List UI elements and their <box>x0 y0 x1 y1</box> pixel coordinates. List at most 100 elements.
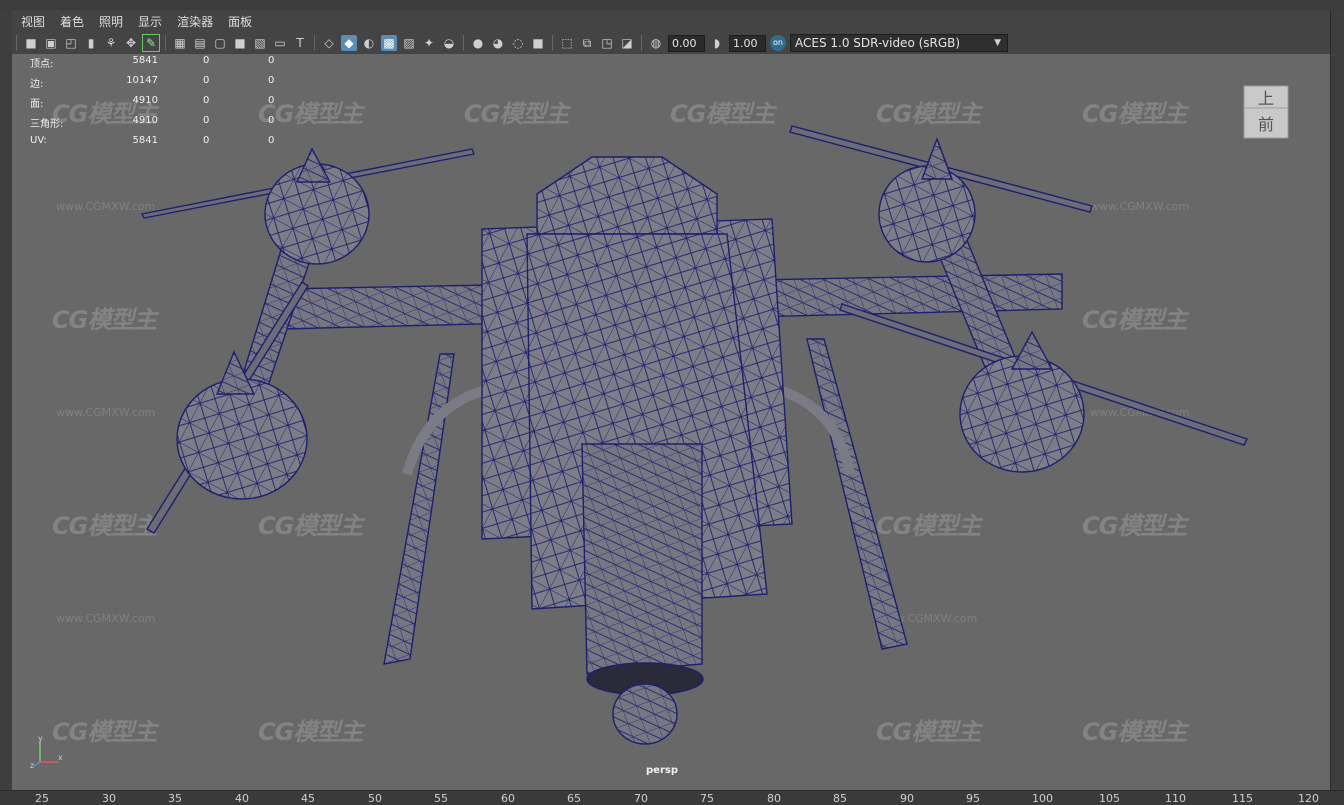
xray-active-icon[interactable]: ◳ <box>599 35 615 51</box>
chevron-down-icon: ▼ <box>994 38 1001 48</box>
color-space-label: ACES 1.0 SDR-video (sRGB) <box>795 36 961 50</box>
view-cube-top-label[interactable]: 上 <box>1258 89 1274 108</box>
wireframe-on-shaded-icon[interactable]: ▩ <box>381 35 397 51</box>
ruler-tick: 100 <box>1032 792 1053 805</box>
stat-label: UV: <box>30 135 47 146</box>
3d-viewport[interactable]: CG模型主 CG模型主 CG模型主 CG模型主 CG模型主 CG模型主 CG模型… <box>12 54 1330 790</box>
gamma-icon[interactable]: ◗ <box>709 35 725 51</box>
viewport-menubar: 视图 着色 照明 显示 渲染器 面板 <box>12 10 1330 32</box>
ruler-tick: 75 <box>700 792 714 805</box>
time-slider-ruler[interactable]: 25 30 35 40 45 50 55 60 65 70 75 80 85 9… <box>0 790 1344 805</box>
menu-shading[interactable]: 着色 <box>54 13 90 30</box>
exposure-icon[interactable]: ◍ <box>648 35 664 51</box>
ruler-tick: 55 <box>434 792 448 805</box>
camera-attr-icon[interactable]: ▣ <box>43 35 59 51</box>
ruler-tick: 35 <box>168 792 182 805</box>
ruler-tick: 45 <box>301 792 315 805</box>
menu-panels[interactable]: 面板 <box>222 13 258 30</box>
stat-row-vertices: 顶点: 5841 0 0 <box>30 54 290 72</box>
image-plane-icon[interactable]: ⚘ <box>103 35 119 51</box>
grid-icon[interactable]: ▦ <box>172 35 188 51</box>
stat-row-faces: 面: 4910 0 0 <box>30 92 290 112</box>
ruler-tick: 70 <box>634 792 648 805</box>
2d-pan-icon[interactable]: ✥ <box>123 35 139 51</box>
xray-joints-icon[interactable]: ⧉ <box>579 35 595 51</box>
menu-show[interactable]: 显示 <box>132 13 168 30</box>
axis-y-label: y <box>38 734 43 743</box>
stat-label: 三角形: <box>30 119 64 130</box>
stat-row-triangles: 三角形: 4910 0 0 <box>30 112 290 132</box>
tail-nozzle <box>612 683 678 745</box>
viewport-toolbar: ■ ▣ ◰ ▮ ⚘ ✥ ✎ ▦ ▤ ▢ ■ ▧ ▭ T ◇ ◆ ◐ ▩ ▨ ✦ … <box>12 32 1330 55</box>
safe-title-icon[interactable]: T <box>292 35 308 51</box>
gate-mask-icon[interactable]: ■ <box>232 35 248 51</box>
flat-shade-icon[interactable]: ◐ <box>361 35 377 51</box>
camera-name-label: persp <box>646 765 678 776</box>
stat-value: 10147 <box>126 75 158 86</box>
axis-gizmo: y x z <box>30 734 63 770</box>
stat-value: 5841 <box>132 55 158 66</box>
ruler-tick: 95 <box>966 792 980 805</box>
left-front-nacelle <box>176 378 308 500</box>
stat-value: 0 <box>203 55 210 66</box>
bookmark-icon[interactable]: ▮ <box>83 35 99 51</box>
toolbar-separator <box>552 35 553 51</box>
depth-of-field-icon[interactable]: ■ <box>530 35 546 51</box>
exposure-field[interactable]: 0.00 <box>668 34 705 52</box>
right-rear-nacelle <box>878 165 976 263</box>
stat-value: 0 <box>203 75 210 86</box>
stat-value: 0 <box>203 115 210 126</box>
view-cube[interactable]: 上 前 <box>1242 82 1290 142</box>
stat-value: 0 <box>203 95 210 106</box>
drone-model[interactable] <box>12 54 1330 790</box>
stat-value: 0 <box>268 95 275 106</box>
motion-blur-icon[interactable]: ◕ <box>490 35 506 51</box>
stat-value: 0 <box>268 135 275 146</box>
grease-pencil-icon[interactable]: ✎ <box>142 34 160 52</box>
stat-value: 4910 <box>132 95 158 106</box>
right-front-nacelle <box>959 355 1085 473</box>
isolate-select-icon[interactable]: ⬚ <box>559 35 575 51</box>
camera-icon[interactable]: ■ <box>23 35 39 51</box>
view-cube-front-label[interactable]: 前 <box>1258 115 1274 134</box>
anti-alias-icon[interactable]: ◌ <box>510 35 526 51</box>
film-gate-icon[interactable]: ▤ <box>192 35 208 51</box>
right-landing-leg <box>806 338 908 650</box>
smooth-shade-icon[interactable]: ◆ <box>341 35 357 51</box>
ruler-tick: 90 <box>900 792 914 805</box>
stat-value: 0 <box>268 75 275 86</box>
fuselage-tail <box>581 443 703 675</box>
poly-count-hud: 顶点: 5841 0 0 边: 10147 0 0 面: 4910 0 0 三角… <box>30 54 290 152</box>
menu-renderer[interactable]: 渲染器 <box>171 13 219 30</box>
xray-icon[interactable]: ▨ <box>401 35 417 51</box>
stat-value: 0 <box>268 55 275 66</box>
shadows-icon[interactable]: ◒ <box>441 35 457 51</box>
camera-tumble-icon[interactable]: ◰ <box>63 35 79 51</box>
resolution-gate-icon[interactable]: ▢ <box>212 35 228 51</box>
menu-view[interactable]: 视图 <box>15 13 51 30</box>
ruler-tick: 30 <box>102 792 116 805</box>
right-front-spinner <box>1010 330 1054 370</box>
right-rear-spinner <box>920 137 954 180</box>
ruler-tick: 120 <box>1298 792 1319 805</box>
ambient-occlusion-icon[interactable]: ● <box>470 35 486 51</box>
axis-x-label: x <box>58 753 63 762</box>
stat-label: 边: <box>30 79 44 90</box>
stat-row-uvs: UV: 5841 0 0 <box>30 132 290 152</box>
ruler-tick: 105 <box>1099 792 1120 805</box>
fuselage-top <box>536 156 718 235</box>
color-management-icon[interactable]: on <box>770 35 786 51</box>
safe-action-icon[interactable]: ▭ <box>272 35 288 51</box>
ruler-tick: 80 <box>767 792 781 805</box>
ruler-tick: 110 <box>1165 792 1186 805</box>
wireframe-icon[interactable]: ◇ <box>321 35 337 51</box>
use-lights-icon[interactable]: ✦ <box>421 35 437 51</box>
menu-lighting[interactable]: 照明 <box>93 13 129 30</box>
gamma-field[interactable]: 1.00 <box>729 34 766 52</box>
ruler-tick: 25 <box>35 792 49 805</box>
ruler-tick: 65 <box>567 792 581 805</box>
color-space-dropdown[interactable]: ACES 1.0 SDR-video (sRGB) ▼ <box>790 34 1008 52</box>
backface-icon[interactable]: ◪ <box>619 35 635 51</box>
ruler-tick: 50 <box>368 792 382 805</box>
field-chart-icon[interactable]: ▧ <box>252 35 268 51</box>
